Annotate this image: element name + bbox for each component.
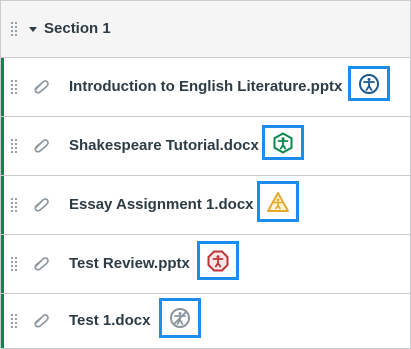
section-header[interactable]: Section 1 bbox=[1, 1, 410, 58]
published-bar bbox=[1, 58, 4, 116]
accessibility-score-button[interactable] bbox=[197, 241, 239, 280]
list-item[interactable]: Test 1.docx bbox=[1, 294, 410, 348]
item-title[interactable]: Test Review.pptx bbox=[69, 255, 190, 272]
list-item[interactable]: Test Review.pptx bbox=[1, 235, 410, 294]
drag-handle-icon[interactable] bbox=[11, 257, 19, 271]
published-bar bbox=[1, 117, 4, 175]
published-bar bbox=[1, 176, 4, 234]
accessibility-unavailable-icon bbox=[170, 308, 190, 328]
drag-handle-icon[interactable] bbox=[11, 80, 19, 94]
list-item[interactable]: Introduction to English Literature.pptx bbox=[1, 58, 410, 117]
accessibility-octagon-icon bbox=[207, 250, 229, 271]
collapse-caret-icon[interactable] bbox=[29, 27, 37, 32]
drag-handle-icon[interactable] bbox=[11, 22, 19, 36]
published-bar bbox=[1, 235, 4, 293]
section-title: Section 1 bbox=[44, 20, 111, 37]
accessibility-circle-icon bbox=[359, 73, 379, 94]
drag-handle-icon[interactable] bbox=[11, 139, 19, 153]
accessibility-score-button[interactable] bbox=[159, 298, 201, 338]
list-item[interactable]: Essay Assignment 1.docx bbox=[1, 176, 410, 235]
accessibility-score-button[interactable] bbox=[262, 125, 304, 160]
list-item[interactable]: Shakespeare Tutorial.docx bbox=[1, 117, 410, 176]
accessibility-score-button[interactable] bbox=[257, 181, 299, 222]
accessibility-warning-triangle-icon bbox=[267, 191, 289, 212]
attachment-icon bbox=[34, 139, 49, 153]
attachment-icon bbox=[34, 314, 49, 328]
item-title[interactable]: Shakespeare Tutorial.docx bbox=[69, 137, 259, 154]
item-title[interactable]: Essay Assignment 1.docx bbox=[69, 196, 254, 213]
module-list: Section 1 Introduction to English Litera… bbox=[0, 0, 411, 349]
attachment-icon bbox=[34, 257, 49, 271]
accessibility-score-button[interactable] bbox=[348, 66, 390, 101]
accessibility-hexagon-icon bbox=[273, 131, 293, 154]
item-title[interactable]: Introduction to English Literature.pptx bbox=[69, 78, 342, 95]
drag-handle-icon[interactable] bbox=[11, 314, 19, 328]
attachment-icon bbox=[34, 198, 49, 212]
attachment-icon bbox=[34, 80, 49, 94]
item-title[interactable]: Test 1.docx bbox=[69, 312, 150, 329]
published-bar bbox=[1, 294, 4, 348]
drag-handle-icon[interactable] bbox=[11, 198, 19, 212]
